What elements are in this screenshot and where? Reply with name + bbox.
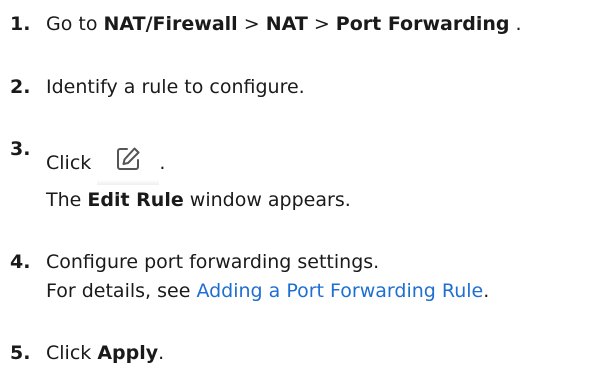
text-suffix: .	[158, 342, 165, 364]
text-suffix: .	[483, 280, 490, 302]
path-separator: >	[307, 13, 336, 35]
edit-icon[interactable]	[97, 141, 160, 185]
path-separator: >	[237, 13, 266, 35]
step-number: 2.	[10, 76, 31, 98]
step-text: Configure port forwarding settings.	[46, 251, 380, 273]
apply-label: Apply	[97, 342, 159, 364]
step-prefix: Go to	[46, 13, 104, 35]
step-text: For details, see Adding a Port Forwardin…	[46, 277, 489, 305]
step-text: Click .	[46, 141, 165, 185]
edit-icon-glyph	[117, 147, 140, 170]
step-number: 4.	[10, 251, 31, 273]
step-number: 5.	[10, 342, 31, 364]
step-number: 1.	[10, 13, 31, 35]
adding-port-forwarding-rule-link[interactable]: Adding a Port Forwarding Rule	[196, 280, 483, 302]
step-text: Click Apply.	[46, 339, 164, 367]
text-prefix: Click	[46, 342, 98, 364]
nav-path-port-forwarding: Port Forwarding	[335, 13, 510, 35]
step-number: 3.	[10, 138, 31, 160]
step-text: Identify a rule to configure.	[46, 76, 305, 98]
nav-path-nat: NAT	[265, 13, 308, 35]
text-suffix: window appears.	[183, 189, 351, 211]
edit-rule-window-name: Edit Rule	[87, 189, 184, 211]
step-text: Go to NAT/Firewall > NAT > Port Forwardi…	[46, 10, 522, 38]
text-prefix: The	[46, 189, 88, 211]
click-label: Click	[46, 152, 98, 174]
step-period: .	[159, 152, 166, 174]
step-text: The Edit Rule window appears.	[46, 186, 351, 214]
text-prefix: For details, see	[46, 280, 197, 302]
nav-path-nat-firewall: NAT/Firewall	[103, 13, 238, 35]
step-suffix: .	[509, 13, 522, 35]
